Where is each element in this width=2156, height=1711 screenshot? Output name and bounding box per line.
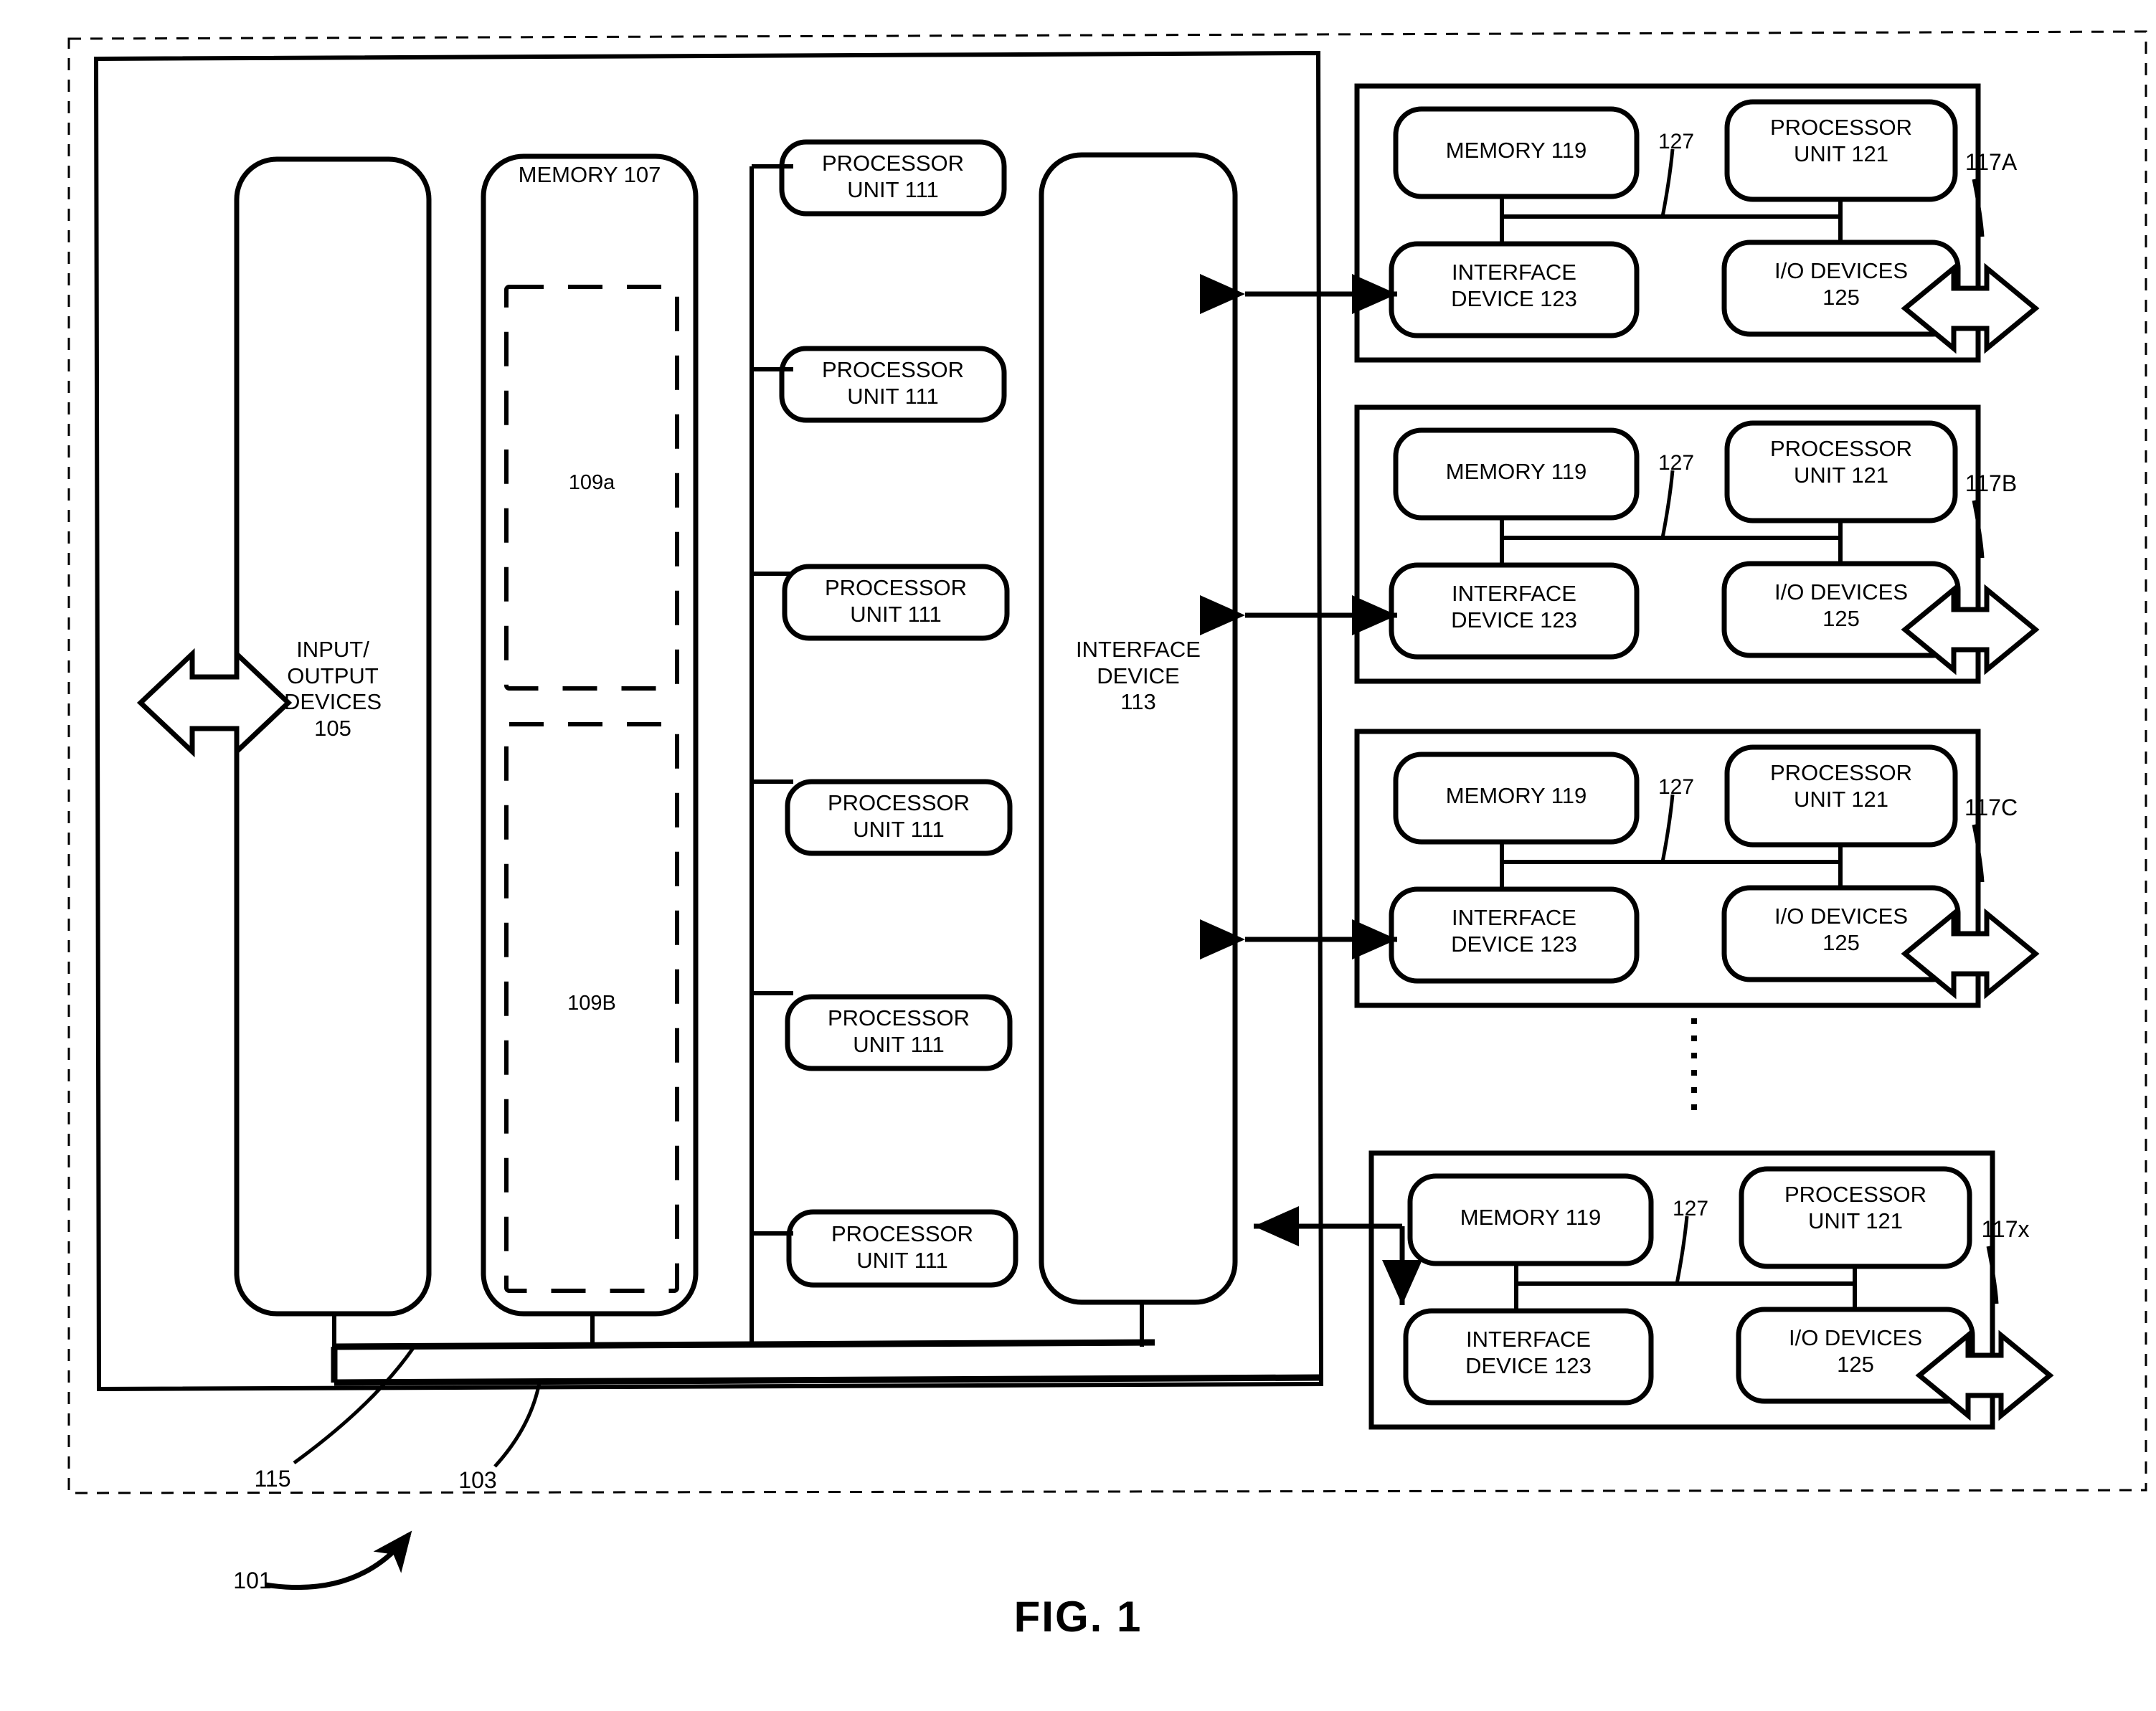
memory-region-109B-label: 109B: [567, 992, 616, 1015]
node-117A-interface-label: INTERFACE DEVICE 123: [1451, 260, 1577, 311]
node-117A-io-label: I/O DEVICES 125: [1774, 258, 1909, 310]
memory-107-label: MEMORY 107: [518, 162, 661, 187]
node-117C-io-label: I/O DEVICES 125: [1774, 904, 1909, 955]
memory-region-109a-label: 109a: [568, 471, 615, 494]
processor-bus-rail: [750, 164, 793, 1347]
computer-103-ref: 103: [458, 1467, 497, 1493]
memory-107-shape: [481, 153, 699, 1317]
node-117A-bus-127-ref: 127: [1658, 130, 1695, 153]
node-117x-memory-label: MEMORY 119: [1460, 1205, 1602, 1230]
node-117x-io-label: I/O DEVICES 125: [1788, 1325, 1923, 1377]
node-117B-ref: 117B: [1964, 470, 2018, 496]
node-117A-ref: 117A: [1964, 149, 2018, 175]
node-117B-processor-label: PROCESSOR UNIT 121: [1769, 436, 1913, 488]
system-bus-115-ref: 115: [254, 1466, 291, 1492]
node-117B-interface-label: INTERFACE DEVICE 123: [1451, 581, 1577, 632]
node-117x-processor-label: PROCESSOR UNIT 121: [1784, 1182, 1927, 1233]
io-devices-105-label: INPUT/ OUTPUT DEVICES 105: [283, 637, 382, 741]
node-117C-bus-127-ref: 127: [1658, 775, 1695, 799]
processor-unit-111-label-5: PROCESSOR UNIT 111: [827, 1005, 970, 1057]
node-117B-io-label: I/O DEVICES 125: [1774, 579, 1909, 631]
node-117A-memory-label: MEMORY 119: [1445, 138, 1587, 163]
processor-unit-111-label-4: PROCESSOR UNIT 111: [827, 790, 970, 842]
node-117C-memory-label: MEMORY 119: [1445, 783, 1587, 808]
interface-device-113-label: INTERFACE DEVICE 113: [1076, 637, 1201, 715]
node-117x-ref: 117x: [1981, 1216, 2030, 1242]
system-bus-115: [331, 1339, 1320, 1386]
processor-unit-111-label-2: PROCESSOR UNIT 111: [821, 357, 965, 409]
node-117B-memory-label: MEMORY 119: [1445, 459, 1587, 484]
node-117C-ref: 117C: [1964, 795, 2018, 820]
processor-units-shapes: [779, 139, 1018, 1288]
interface-device-113-shape: [1039, 152, 1238, 1305]
node-117C-interface-label: INTERFACE DEVICE 123: [1451, 905, 1577, 957]
processor-unit-111-label-6: PROCESSOR UNIT 111: [831, 1221, 974, 1273]
patent-figure: INPUT/ OUTPUT DEVICES 105 MEMORY 107 109…: [0, 0, 2156, 1711]
node-117A-processor-label: PROCESSOR UNIT 121: [1769, 115, 1913, 166]
processor-unit-111-label-1: PROCESSOR UNIT 111: [821, 151, 965, 202]
node-117C-processor-label: PROCESSOR UNIT 121: [1769, 760, 1913, 812]
figure-drawing: [67, 30, 2147, 1591]
system-101-ref: 101: [233, 1568, 272, 1593]
node-117x-bus-127-ref: 127: [1672, 1197, 1709, 1221]
processor-unit-111-label-3: PROCESSOR UNIT 111: [824, 575, 968, 627]
node-117B-bus-127-ref: 127: [1658, 451, 1695, 475]
node-117x-interface-label: INTERFACE DEVICE 123: [1465, 1327, 1592, 1378]
figure-caption: FIG. 1: [1013, 1593, 1143, 1641]
